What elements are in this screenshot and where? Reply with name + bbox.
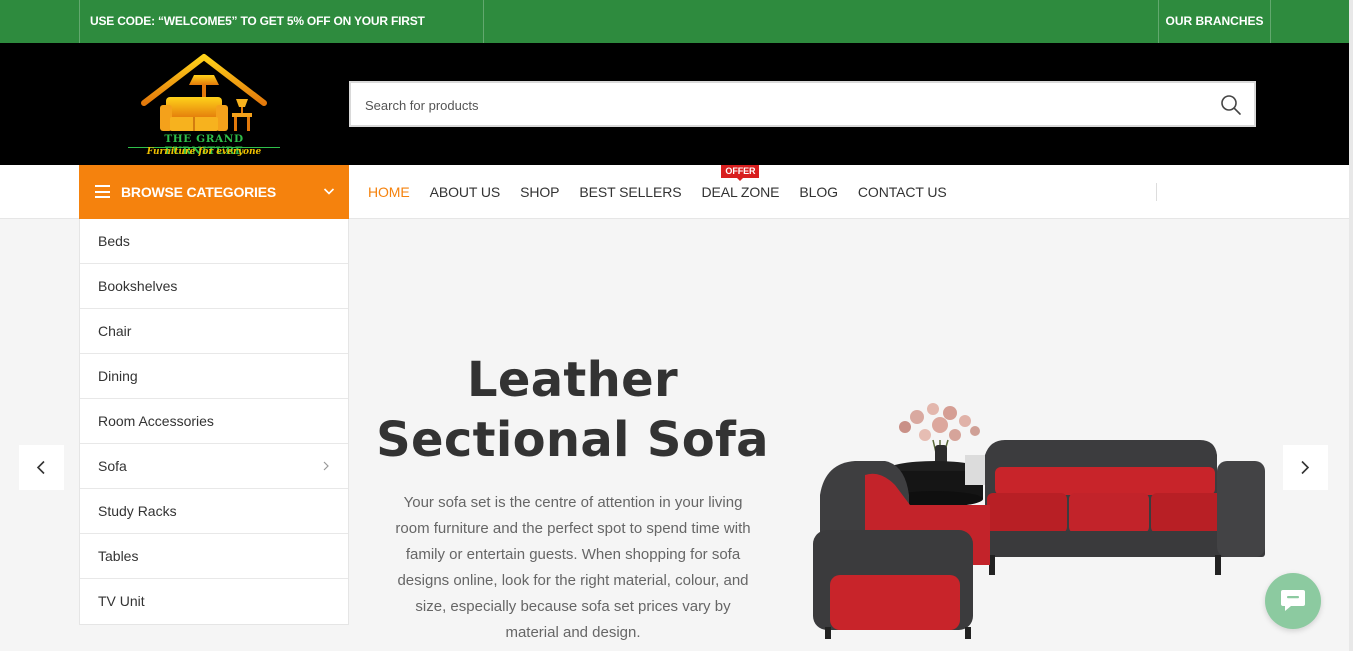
nav-about-us[interactable]: ABOUT US (430, 165, 501, 219)
nav-divider (1156, 183, 1157, 201)
hero-description: Your sofa set is the centre of attention… (395, 494, 751, 641)
category-item-chair[interactable]: Chair (80, 309, 348, 354)
category-label: Sofa (98, 458, 127, 474)
promo-text: USE CODE: “WELCOME5” TO GET 5% OFF ON YO… (79, 0, 484, 71)
chat-icon (1281, 590, 1305, 611)
promo-bar: USE CODE: “WELCOME5” TO GET 5% OFF ON YO… (0, 0, 1353, 71)
chevron-right-icon (323, 461, 329, 471)
category-label: TV Unit (98, 593, 145, 609)
category-label: Study Racks (98, 503, 177, 519)
nav-best-sellers[interactable]: BEST SELLERS (579, 165, 681, 219)
chat-button[interactable] (1265, 573, 1321, 629)
arrow-left-icon (36, 460, 45, 475)
our-branches-link[interactable]: OUR BRANCHES (1158, 0, 1271, 43)
hamburger-icon (95, 185, 110, 198)
search-bar (349, 81, 1256, 127)
browse-categories-label: BROWSE CATEGORIES (121, 184, 277, 200)
sofa-product-image (813, 403, 1265, 639)
nav-shop[interactable]: SHOP (520, 165, 559, 219)
category-list: Beds Bookshelves Chair Dining Room Acces… (79, 219, 349, 625)
logo-house-icon (141, 54, 267, 131)
category-label: Bookshelves (98, 278, 178, 294)
nav-deal-zone[interactable]: DEAL ZONE OFFER (701, 165, 779, 219)
slider-next-button[interactable] (1283, 445, 1328, 490)
category-label: Dining (98, 368, 138, 384)
hero-title-line-1: Leather (467, 352, 678, 408)
category-label: Beds (98, 233, 130, 249)
hero-title: Leather Sectional Sofa (370, 350, 775, 470)
nav-deal-zone-label: DEAL ZONE (701, 184, 780, 200)
nav-contact-us[interactable]: CONTACT US (858, 165, 947, 219)
arrow-right-icon (1301, 460, 1310, 475)
chevron-down-icon (323, 188, 335, 195)
offer-badge: OFFER (721, 165, 760, 181)
category-item-tv-unit[interactable]: TV Unit (80, 579, 348, 624)
slider-prev-button[interactable] (19, 445, 64, 490)
category-item-bookshelves[interactable]: Bookshelves (80, 264, 348, 309)
site-header: THE GRAND FURNITURE Furniture for everyo… (0, 43, 1349, 165)
category-label: Chair (98, 323, 132, 339)
brand-tagline: Furniture for everyone (146, 147, 262, 157)
category-item-room-accessories[interactable]: Room Accessories (80, 399, 348, 444)
category-item-beds[interactable]: Beds (80, 219, 348, 264)
browse-categories-button[interactable]: BROWSE CATEGORIES (79, 165, 349, 219)
nav-home[interactable]: HOME (368, 165, 410, 219)
search-input[interactable] (365, 95, 1205, 115)
nav-blog[interactable]: BLOG (799, 165, 838, 219)
primary-menu: HOME ABOUT US SHOP BEST SELLERS DEAL ZON… (368, 165, 967, 219)
brand-logo[interactable]: THE GRAND FURNITURE Furniture for everyo… (124, 51, 284, 159)
category-item-study-racks[interactable]: Study Racks (80, 489, 348, 534)
hero-title-line-2: Sectional Sofa (376, 412, 769, 468)
category-label: Room Accessories (98, 413, 214, 429)
scrollbar[interactable] (1349, 0, 1353, 651)
category-item-sofa[interactable]: Sofa (80, 444, 348, 489)
search-icon[interactable] (1220, 94, 1242, 116)
category-item-dining[interactable]: Dining (80, 354, 348, 399)
category-label: Tables (98, 548, 139, 564)
category-item-tables[interactable]: Tables (80, 534, 348, 579)
main-navigation-bar: BROWSE CATEGORIES HOME ABOUT US SHOP BES… (0, 165, 1349, 219)
